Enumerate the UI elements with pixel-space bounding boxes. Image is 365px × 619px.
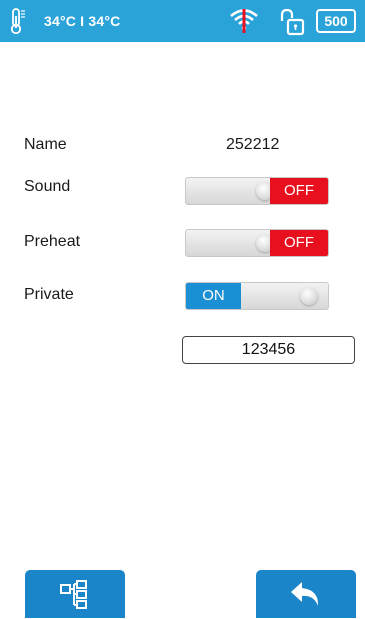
preheat-toggle[interactable]: OFF (185, 229, 329, 257)
unlocked-icon[interactable] (278, 8, 306, 36)
toggle-knob (300, 287, 318, 305)
sound-label: Sound (24, 178, 71, 195)
sound-state: OFF (270, 178, 328, 204)
thermometer-icon (10, 8, 25, 35)
private-label: Private (24, 286, 74, 303)
status-bar: 34°C I 34°C 500 (0, 0, 365, 42)
private-toggle[interactable]: ON (185, 282, 329, 310)
preheat-state: OFF (270, 230, 328, 256)
name-value: 252212 (226, 136, 280, 153)
sound-toggle[interactable]: OFF (185, 177, 329, 205)
temperature-readout: 34°C I 34°C (44, 13, 121, 29)
name-label: Name (24, 136, 67, 153)
network-button[interactable] (25, 570, 125, 618)
private-pin-field[interactable]: 123456 (182, 336, 355, 364)
back-arrow-icon (291, 582, 319, 606)
wifi-off-icon[interactable] (229, 7, 259, 33)
private-state: ON (186, 283, 241, 309)
network-tree-icon (60, 580, 87, 609)
counter-badge: 500 (316, 9, 356, 33)
back-button[interactable] (256, 570, 356, 618)
preheat-label: Preheat (24, 233, 81, 250)
